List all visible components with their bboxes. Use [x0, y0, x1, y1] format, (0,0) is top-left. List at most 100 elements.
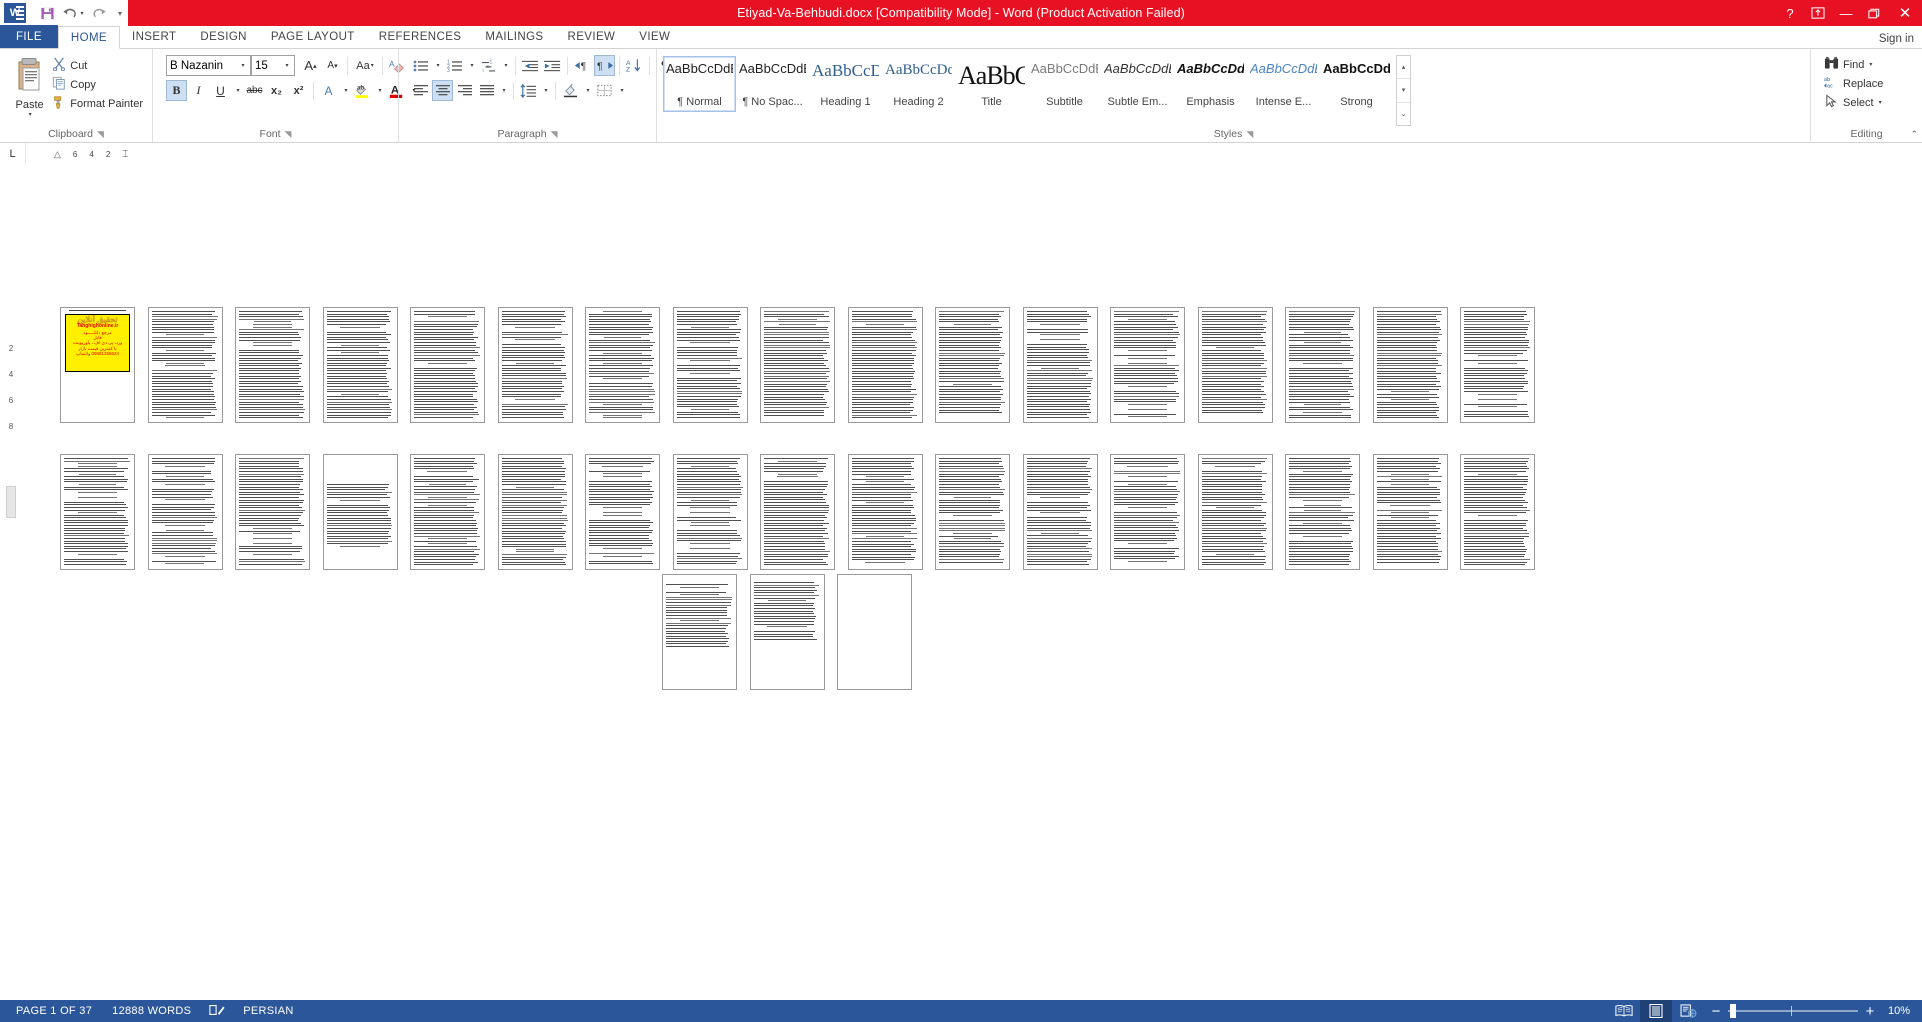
styles-dialog-launcher[interactable]: ◥	[1246, 129, 1253, 140]
page-thumbnail[interactable]	[935, 307, 1010, 423]
document-canvas[interactable]: 2 4 6 8 تحقیق آنلاین Tahghighonline.ir مرج…	[0, 166, 1922, 1000]
tab-references[interactable]: REFERENCES	[367, 25, 474, 48]
redo-icon[interactable]	[86, 1, 112, 25]
font-size-caret-icon[interactable]: ▾	[280, 56, 294, 75]
page-thumbnail[interactable]	[60, 454, 135, 570]
increase-indent-button[interactable]	[542, 55, 563, 76]
page-thumbnail[interactable]	[1372, 307, 1448, 423]
page-thumbnail[interactable]	[1197, 454, 1273, 570]
highlight-caret-icon[interactable]: ▾	[374, 80, 385, 101]
right-to-left-button[interactable]: ¶	[594, 55, 615, 76]
page-thumbnail[interactable]	[235, 307, 310, 423]
read-mode-icon[interactable]	[1608, 1000, 1640, 1022]
font-dialog-launcher[interactable]: ◥	[285, 129, 292, 140]
page-thumbnail[interactable]	[147, 307, 223, 423]
style-item-subtle-em[interactable]: AaBbCcDdEe Subtle Em...	[1101, 56, 1174, 112]
page-thumbnail[interactable]	[847, 454, 923, 570]
style-item-strong[interactable]: AaBbCcDdEe Strong	[1320, 56, 1393, 112]
save-icon[interactable]	[34, 1, 60, 25]
borders-button[interactable]	[594, 80, 615, 101]
tab-file[interactable]: FILE	[0, 25, 58, 48]
page-thumbnail[interactable]	[1372, 454, 1448, 570]
replace-button[interactable]: ab ac Replace	[1820, 74, 1887, 93]
sort-button[interactable]: AZ	[624, 55, 645, 76]
page-thumbnail[interactable]	[1022, 454, 1098, 570]
customize-qat-icon[interactable]: ▾	[112, 1, 128, 25]
horizontal-ruler[interactable]: △ 6 4 2 ⌶	[54, 147, 164, 162]
multilevel-list-button[interactable]: 1ai	[478, 55, 499, 76]
format-painter-button[interactable]: Format Painter	[48, 94, 147, 113]
ruler-indent-marker[interactable]: △	[54, 149, 61, 160]
page-thumbnail[interactable]	[1197, 307, 1273, 423]
language-indicator[interactable]: PERSIAN	[233, 1005, 303, 1017]
page-thumbnail[interactable]	[760, 307, 835, 423]
shading-button[interactable]	[560, 80, 581, 101]
style-item-subtitle[interactable]: AaBbCcDdEe Subtitle	[1028, 56, 1101, 112]
minimize-icon[interactable]: —	[1832, 0, 1860, 26]
styles-more-icon[interactable]: ⌄	[1397, 103, 1410, 125]
style-item-intense-e[interactable]: AaBbCcDdEe Intense E...	[1247, 56, 1320, 112]
tab-mailings[interactable]: MAILINGS	[473, 25, 555, 48]
find-button[interactable]: Find ▾	[1820, 55, 1876, 74]
page-thumbnail[interactable]	[585, 307, 660, 423]
font-name-caret-icon[interactable]: ▾	[236, 56, 250, 75]
page-thumbnail[interactable]	[147, 454, 223, 570]
page-thumbnail[interactable]	[322, 307, 398, 423]
style-item-emphasis[interactable]: AaBbCcDdEe Emphasis	[1174, 56, 1247, 112]
style-item-heading-1[interactable]: AaBbCcDdEe Heading 1	[809, 56, 882, 112]
tab-view[interactable]: VIEW	[627, 25, 682, 48]
align-left-button[interactable]	[410, 80, 431, 101]
page-thumbnail[interactable]	[1110, 454, 1185, 570]
help-icon[interactable]: ?	[1776, 0, 1804, 26]
italic-button[interactable]: I	[188, 80, 209, 101]
page-thumbnail[interactable]	[410, 307, 485, 423]
select-button[interactable]: Select ▾	[1820, 93, 1886, 112]
ribbon-display-options-icon[interactable]	[1804, 0, 1832, 26]
bullets-button[interactable]	[410, 55, 431, 76]
page-indicator[interactable]: PAGE 1 OF 37	[6, 1005, 102, 1017]
tab-stop-selector[interactable]: L	[0, 143, 26, 165]
word-count[interactable]: 12888 WORDS	[102, 1005, 201, 1017]
strikethrough-button[interactable]: abc	[244, 80, 265, 101]
page-thumbnail[interactable]	[497, 454, 573, 570]
page-thumbnail[interactable]	[235, 454, 310, 570]
undo-icon[interactable]: ▾	[60, 1, 86, 25]
left-to-right-button[interactable]: ¶	[572, 55, 593, 76]
proofing-icon[interactable]	[201, 1003, 233, 1020]
paragraph-dialog-launcher[interactable]: ◥	[551, 129, 558, 140]
sign-in-button[interactable]: Sign in	[1879, 33, 1914, 45]
collapse-ribbon-icon[interactable]: ⌃	[1910, 129, 1918, 140]
shrink-font-button[interactable]: A ▾	[322, 55, 343, 76]
change-case-button[interactable]: Aa ▾	[352, 55, 378, 76]
paste-button[interactable]: Paste ▾	[11, 55, 48, 118]
bold-button[interactable]: B	[166, 80, 187, 101]
page-thumbnail[interactable]	[1285, 454, 1360, 570]
justify-caret-icon[interactable]: ▾	[498, 80, 509, 101]
numbering-caret-icon[interactable]: ▾	[466, 55, 477, 76]
styles-scroll-up-icon[interactable]: ▴	[1397, 56, 1410, 80]
page-thumbnail[interactable]	[1022, 307, 1098, 423]
grow-font-button[interactable]: A ▴	[300, 55, 321, 76]
zoom-level[interactable]: 10%	[1876, 1005, 1916, 1017]
align-right-button[interactable]	[454, 80, 475, 101]
zoom-slider-thumb[interactable]	[1730, 1004, 1736, 1018]
page-thumbnail[interactable]	[847, 307, 923, 423]
zoom-in-button[interactable]: +	[1864, 1004, 1876, 1019]
page-thumbnail[interactable]	[672, 454, 748, 570]
page-thumbnail[interactable]	[1460, 454, 1535, 570]
page-thumbnail[interactable]	[322, 454, 398, 570]
find-caret-icon[interactable]: ▾	[1869, 61, 1872, 68]
print-layout-icon[interactable]	[1640, 1000, 1672, 1022]
subscript-button[interactable]: x₂	[266, 80, 287, 101]
vertical-scrollbar-thumb[interactable]	[6, 486, 16, 518]
borders-caret-icon[interactable]: ▾	[616, 80, 627, 101]
page-thumbnail[interactable]	[935, 454, 1010, 570]
undo-caret-icon[interactable]: ▾	[80, 10, 83, 17]
zoom-out-button[interactable]: −	[1710, 1004, 1722, 1019]
tab-page-layout[interactable]: PAGE LAYOUT	[259, 25, 367, 48]
page-thumbnail[interactable]	[760, 454, 835, 570]
page-thumbnail[interactable]	[1285, 307, 1360, 423]
restore-icon[interactable]	[1860, 0, 1888, 26]
multilevel-caret-icon[interactable]: ▾	[500, 55, 511, 76]
style-item-heading-2[interactable]: AaBbCcDdEe Heading 2	[882, 56, 955, 112]
